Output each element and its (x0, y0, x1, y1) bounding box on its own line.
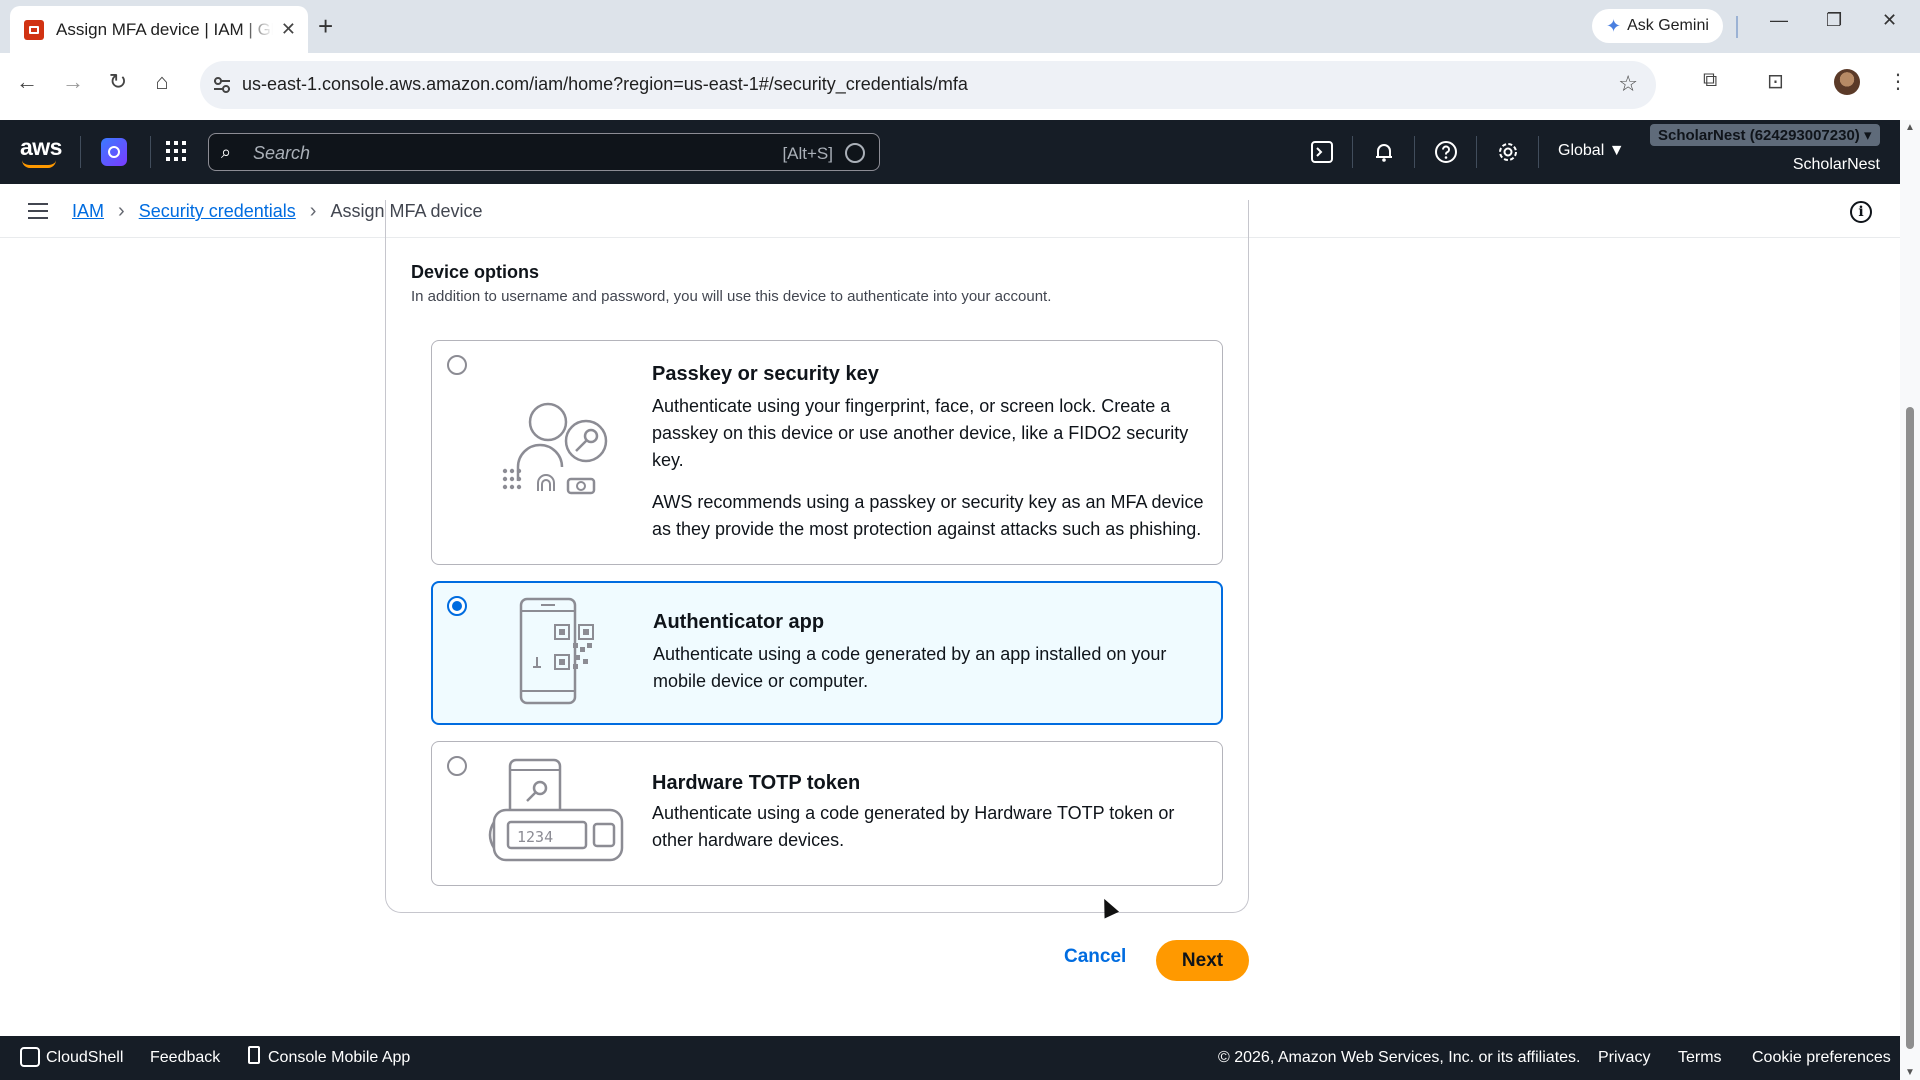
aws-search-input[interactable]: ⌕ Search [Alt+S] (208, 133, 880, 171)
token-display-text: 1234 (517, 828, 553, 846)
terms-link[interactable]: Terms (1678, 1049, 1722, 1067)
search-shortcut: [Alt+S] (782, 144, 833, 163)
extensions-icon[interactable]: ⧉ (1703, 69, 1717, 92)
reload-icon[interactable]: ↻ (103, 69, 133, 95)
aws-favicon-icon (24, 19, 44, 40)
cloudshell-link[interactable]: CloudShell (46, 1049, 123, 1067)
radio-passkey[interactable] (447, 355, 467, 375)
address-bar[interactable]: us-east-1.console.aws.amazon.com/iam/hom… (200, 61, 1656, 109)
device-options-description: In addition to username and password, yo… (411, 288, 1052, 305)
option-hardware-totp[interactable]: 1234 Hardware TOTP token Authenticate us… (431, 741, 1223, 886)
option-description: Authenticate using a code generated by H… (652, 803, 1175, 850)
cancel-button[interactable]: Cancel (1064, 946, 1126, 968)
settings-gear-icon[interactable] (1496, 140, 1520, 164)
copyright-text: © 2026, Amazon Web Services, Inc. or its… (1218, 1049, 1581, 1066)
console-mobile-app-link[interactable]: Console Mobile App (268, 1049, 410, 1067)
bookmark-star-icon[interactable]: ☆ (1618, 71, 1638, 97)
aws-logo[interactable]: aws (20, 134, 62, 168)
chevron-right-icon: › (309, 200, 317, 222)
option-description: Authenticate using a code generated by a… (653, 644, 1167, 691)
tab-title: Assign MFA device | IAM | Global (56, 19, 273, 39)
breadcrumb-iam[interactable]: IAM (72, 201, 104, 222)
search-placeholder: Search (253, 143, 311, 163)
divider (80, 136, 81, 168)
option-title: Hardware TOTP token (652, 772, 861, 794)
tab-close-icon[interactable]: ✕ (281, 19, 296, 40)
services-grid-icon[interactable] (166, 141, 186, 161)
aws-smile-icon (22, 160, 56, 168)
window-close-icon[interactable]: ✕ (1882, 10, 1897, 31)
passkey-illustration-icon (502, 402, 608, 495)
back-icon[interactable]: ← (12, 69, 42, 95)
help-icon[interactable] (1434, 140, 1458, 164)
option-title: Passkey or security key (652, 363, 879, 385)
scrollbar-thumb[interactable] (1906, 407, 1914, 1049)
aws-top-navigation: aws ⌕ Search [Alt+S] Global ▼ ScholarNes… (0, 120, 1900, 184)
divider (1538, 136, 1539, 168)
divider (1414, 136, 1415, 168)
url-text: us-east-1.console.aws.amazon.com/iam/hom… (242, 74, 968, 94)
search-settings-icon (845, 143, 865, 163)
browser-tab-strip: Assign MFA device | IAM | Global ✕ + ✦ A… (0, 0, 1920, 53)
cloudshell-footer-icon (20, 1047, 40, 1067)
tab-search-icon[interactable]: ⊡ (1767, 69, 1784, 94)
breadcrumb-security-credentials[interactable]: Security credentials (139, 201, 296, 222)
radio-hardware-totp[interactable] (447, 756, 467, 776)
radio-authenticator-app[interactable] (447, 596, 467, 616)
browser-menu-icon[interactable]: ⋮ (1888, 69, 1908, 94)
account-id: ScholarNest (624293007230) ▾ (1658, 127, 1872, 144)
amazon-q-icon[interactable] (101, 138, 127, 166)
new-tab-button[interactable]: + (318, 12, 333, 40)
account-menu[interactable]: ScholarNest (624293007230) ▾ (1650, 124, 1880, 146)
divider (1736, 16, 1738, 38)
region-selector[interactable]: Global ▼ (1558, 142, 1625, 160)
next-button-label: Next (1181, 949, 1224, 971)
device-options-title: Device options (411, 262, 540, 282)
scroll-up-icon[interactable]: ▲ (1905, 122, 1915, 133)
search-icon: ⌕ (221, 142, 232, 162)
authenticator-phone-icon (519, 597, 594, 705)
minimize-icon[interactable]: — (1770, 10, 1788, 31)
restore-icon[interactable]: ❐ (1826, 10, 1842, 31)
scroll-down-icon[interactable]: ▼ (1905, 1067, 1915, 1078)
option-passkey[interactable]: Passkey or security key Authenticate usi… (431, 340, 1223, 565)
divider (1352, 136, 1353, 168)
privacy-link[interactable]: Privacy (1598, 1049, 1650, 1067)
ask-gemini-button[interactable]: ✦ Ask Gemini (1592, 9, 1723, 43)
option-note: AWS recommends using a passkey or securi… (652, 492, 1204, 539)
hardware-token-icon: 1234 (488, 758, 624, 862)
notifications-bell-icon[interactable] (1372, 140, 1396, 164)
cloudshell-icon[interactable] (1310, 140, 1334, 164)
side-nav-menu-icon[interactable] (28, 203, 48, 219)
feedback-link[interactable]: Feedback (150, 1049, 220, 1067)
mobile-phone-icon (248, 1046, 260, 1064)
page-scrollbar[interactable]: ▲ ▼ (1900, 120, 1920, 1080)
forward-icon[interactable]: → (58, 69, 88, 95)
option-authenticator-app[interactable]: Authenticator app Authenticate using a c… (431, 581, 1223, 725)
next-button[interactable]: Next (1156, 940, 1249, 981)
divider (150, 136, 151, 168)
option-title: Authenticator app (653, 611, 825, 633)
browser-toolbar: ← → ↻ ⌂ us-east-1.console.aws.amazon.com… (0, 53, 1920, 117)
account-name[interactable]: ScholarNest (1793, 156, 1880, 174)
console-footer: CloudShell Feedback Console Mobile App ©… (0, 1036, 1900, 1080)
info-panel-icon[interactable]: i (1850, 201, 1872, 223)
divider (1476, 136, 1477, 168)
cookie-preferences-link[interactable]: Cookie preferences (1752, 1049, 1891, 1067)
browser-tab[interactable]: Assign MFA device | IAM | Global ✕ (10, 6, 308, 53)
option-description: Authenticate using your fingerprint, fac… (652, 396, 1189, 470)
site-info-icon[interactable] (212, 75, 232, 95)
aws-logo-text: aws (20, 134, 62, 160)
chevron-right-icon: › (118, 200, 125, 222)
gemini-sparkle-icon: ✦ (1606, 15, 1622, 36)
ask-gemini-label: Ask Gemini (1627, 17, 1709, 34)
home-icon[interactable]: ⌂ (147, 69, 177, 95)
profile-avatar[interactable] (1834, 69, 1860, 95)
